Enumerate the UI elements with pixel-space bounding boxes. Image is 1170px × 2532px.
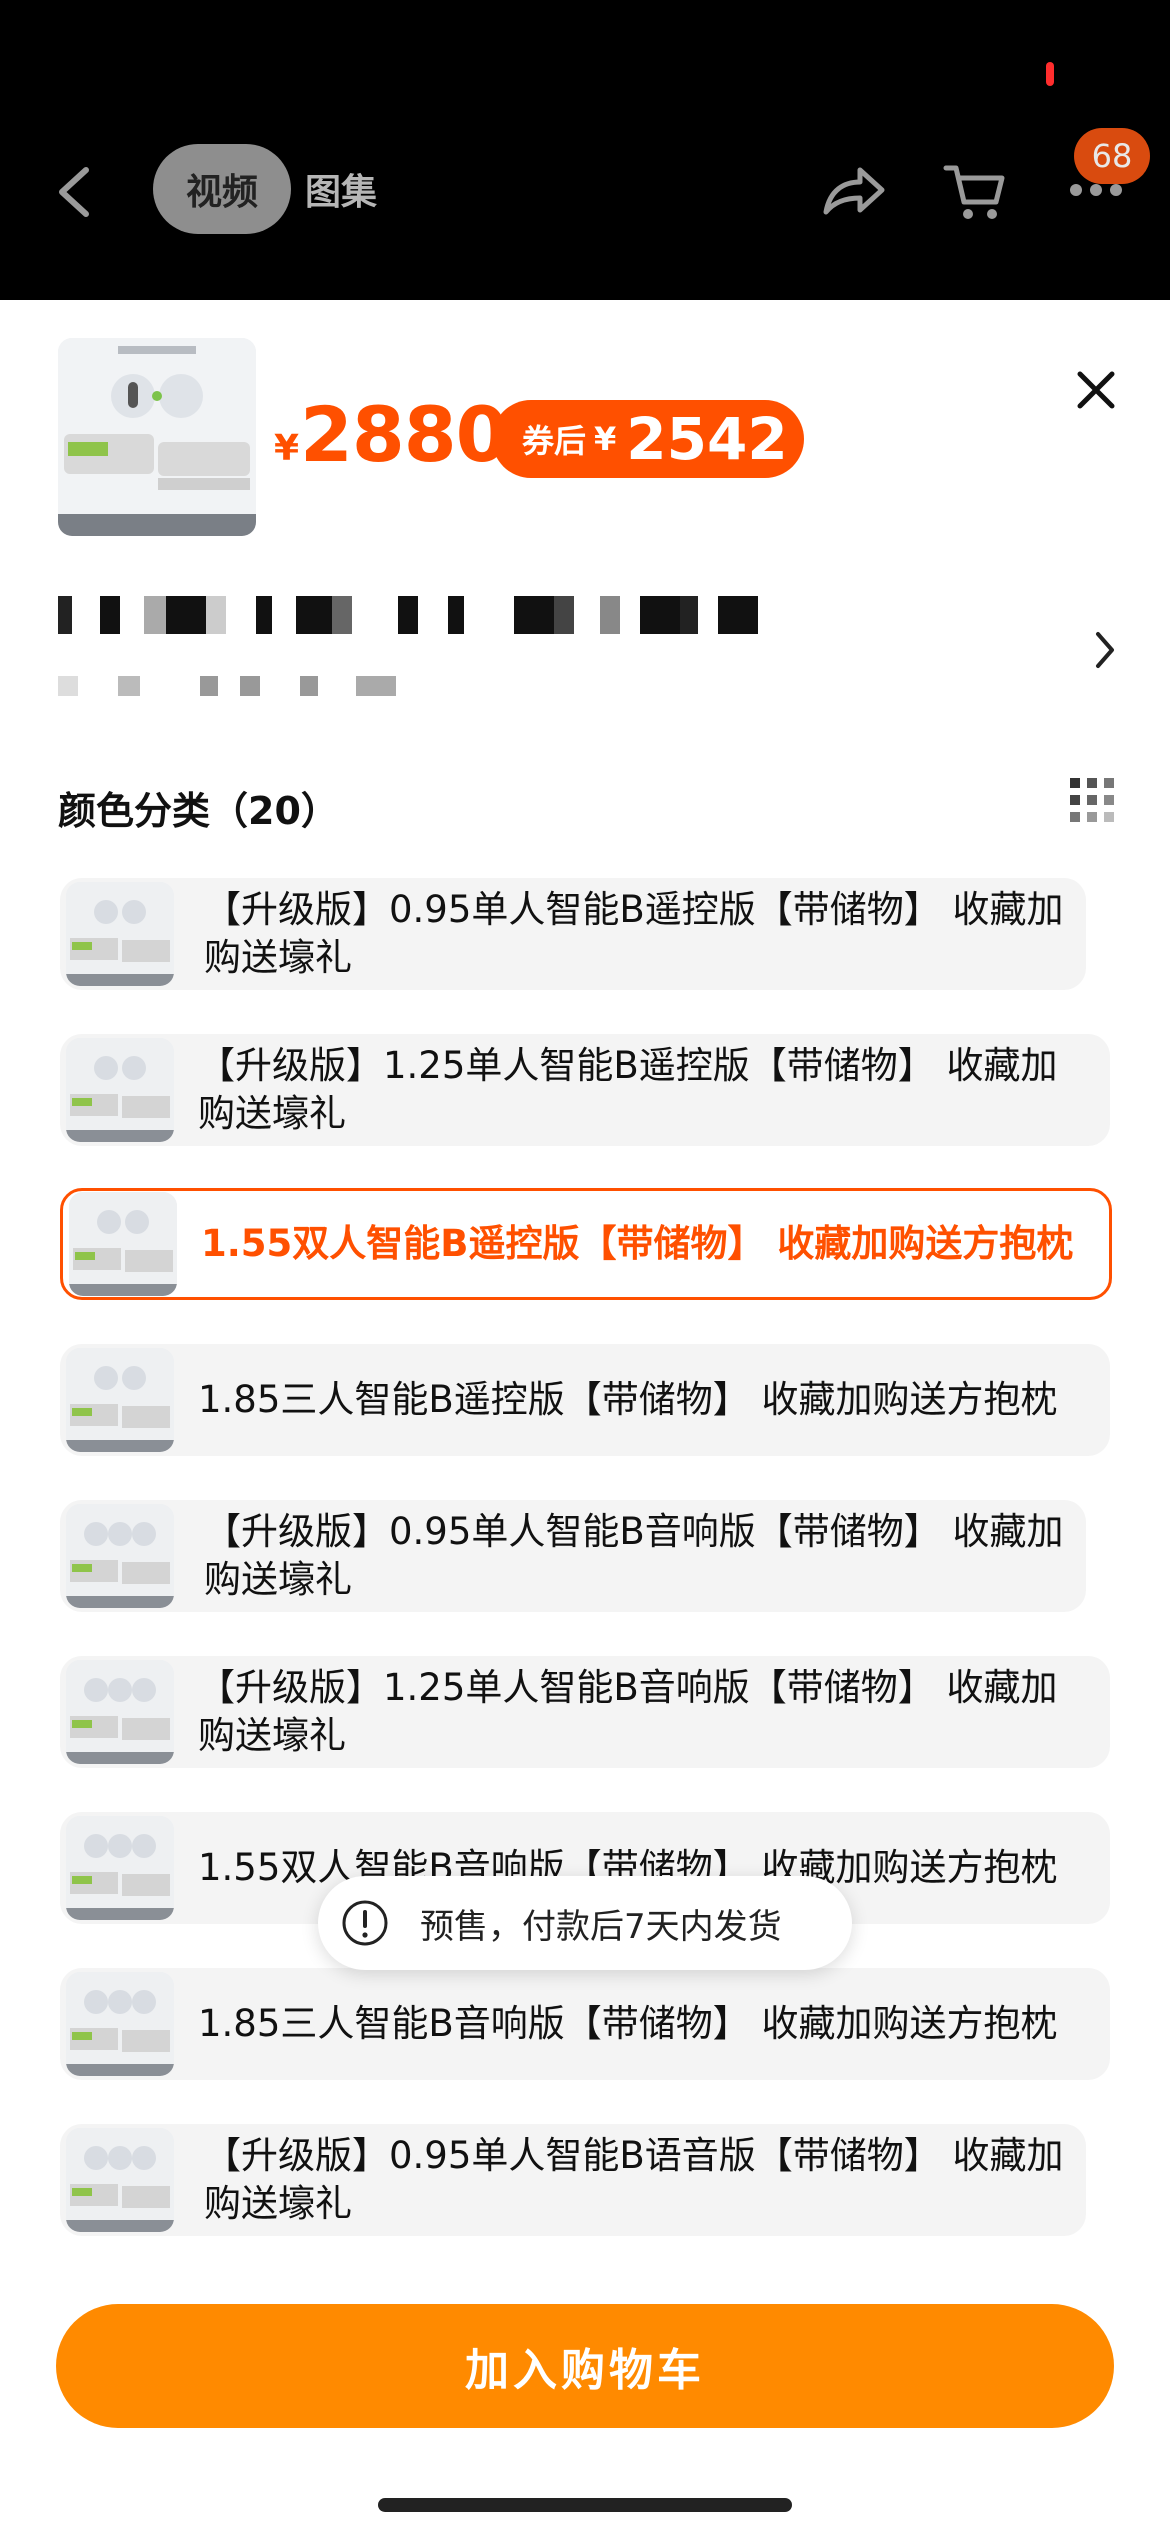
- option-thumbnail: [66, 1660, 174, 1764]
- option-label: 1.55双人智能B遥控版【带储物】 收藏加购送方抱枕: [201, 1222, 1074, 1265]
- option-thumbnail: [69, 1192, 177, 1296]
- color-category-title: 颜色分类（20）: [58, 789, 339, 833]
- sku-option[interactable]: 1.85三人智能B音响版【带储物】 收藏加购送方抱枕: [60, 1968, 1110, 2080]
- option-thumbnail: [66, 2128, 174, 2232]
- close-icon[interactable]: [1072, 366, 1120, 414]
- sku-option[interactable]: 【升级版】1.25单人智能B遥控版【带储物】 收藏加购送壕礼: [60, 1034, 1110, 1146]
- redacted-product-title[interactable]: [58, 596, 758, 634]
- option-label: 【升级版】0.95单人智能B语音版【带储物】 收藏加购送壕礼: [204, 2134, 1064, 2225]
- sku-option[interactable]: 【升级版】0.95单人智能B遥控版【带储物】 收藏加购送壕礼: [60, 878, 1086, 990]
- cart-icon[interactable]: [942, 160, 1006, 224]
- option-thumbnail: [66, 1348, 174, 1452]
- cart-count-badge: 68: [1074, 128, 1150, 184]
- option-label: 1.85三人智能B遥控版【带储物】 收藏加购送方抱枕: [198, 1378, 1058, 1421]
- sku-sheet: ¥ 2880 券后 ¥ 2542 颜色分类（20） 【升级版】0.95单人智能B…: [0, 300, 1170, 2532]
- share-icon[interactable]: [820, 164, 886, 220]
- back-icon[interactable]: [52, 164, 98, 220]
- add-to-cart-button[interactable]: 加入购物车: [56, 2304, 1114, 2428]
- grid-view-icon[interactable]: [1068, 776, 1116, 824]
- tab-video[interactable]: 视频: [153, 144, 291, 234]
- toast-message: 预售，付款后7天内发货: [420, 1906, 782, 1947]
- option-label: 【升级版】1.25单人智能B音响版【带储物】 收藏加购送壕礼: [198, 1666, 1058, 1757]
- alert-icon: [342, 1900, 388, 1946]
- option-thumbnail: [66, 1972, 174, 2076]
- option-thumbnail: [66, 1038, 174, 1142]
- sku-option-selected[interactable]: 1.55双人智能B遥控版【带储物】 收藏加购送方抱枕: [60, 1188, 1112, 1300]
- coupon-price: 2542: [626, 405, 788, 473]
- top-nav-bar: 视频 图集 68: [0, 0, 1170, 300]
- product-image[interactable]: [58, 338, 256, 536]
- tab-gallery[interactable]: 图集: [305, 144, 377, 234]
- sku-option[interactable]: 【升级版】1.25单人智能B音响版【带储物】 收藏加购送壕礼: [60, 1656, 1110, 1768]
- product-sku-page: 视频 图集 68 ¥ 2880 券后 ¥ 2542 颜色分类（20） 【升级版】…: [0, 0, 1170, 2532]
- option-label: 【升级版】0.95单人智能B音响版【带储物】 收藏加购送壕礼: [204, 1510, 1064, 1601]
- option-thumbnail: [66, 1816, 174, 1920]
- option-thumbnail: [66, 1504, 174, 1608]
- sku-option[interactable]: 1.85三人智能B遥控版【带储物】 收藏加购送方抱枕: [60, 1344, 1110, 1456]
- option-label: 【升级版】0.95单人智能B遥控版【带储物】 收藏加购送壕礼: [204, 888, 1064, 979]
- price-currency: ¥: [274, 428, 300, 469]
- recording-indicator: [1046, 62, 1054, 86]
- presale-toast: 预售，付款后7天内发货: [318, 1876, 852, 1970]
- coupon-label: 券后: [522, 422, 587, 460]
- option-label: 1.85三人智能B音响版【带储物】 收藏加购送方抱枕: [198, 2002, 1058, 2045]
- redacted-product-subtitle: [58, 676, 396, 696]
- option-thumbnail: [66, 882, 174, 986]
- home-indicator: [378, 2498, 792, 2512]
- coupon-currency: ¥: [594, 420, 617, 458]
- coupon-price-badge: 券后 ¥ 2542: [492, 400, 804, 478]
- price-value: 2880: [300, 390, 509, 479]
- option-label: 【升级版】1.25单人智能B遥控版【带储物】 收藏加购送壕礼: [198, 1044, 1058, 1135]
- sku-option[interactable]: 【升级版】0.95单人智能B音响版【带储物】 收藏加购送壕礼: [60, 1500, 1086, 1612]
- chevron-right-icon[interactable]: [1094, 630, 1116, 670]
- sku-option[interactable]: 【升级版】0.95单人智能B语音版【带储物】 收藏加购送壕礼: [60, 2124, 1086, 2236]
